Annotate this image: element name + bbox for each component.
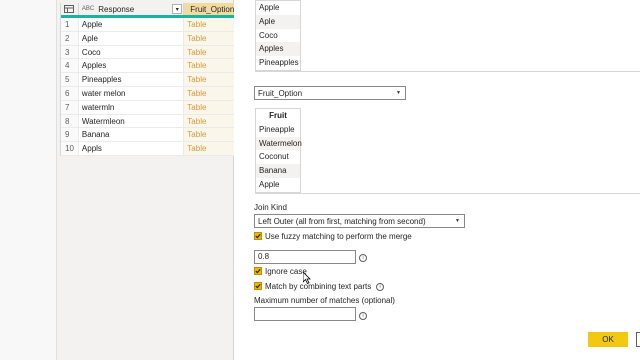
- table-link-cell[interactable]: Table: [184, 73, 234, 86]
- row-number: 7: [61, 100, 79, 114]
- use-fuzzy-checkbox[interactable]: [254, 232, 262, 240]
- table-link-cell[interactable]: Table: [184, 59, 234, 73]
- table-row[interactable]: 1 Apple Table: [61, 18, 234, 32]
- row-number: 4: [61, 59, 79, 73]
- preview-row: Apples: [256, 42, 300, 57]
- row-number: 2: [61, 31, 79, 45]
- ok-button[interactable]: OK: [588, 332, 628, 347]
- info-icon[interactable]: i: [376, 283, 384, 291]
- table-link-cell[interactable]: Table: [184, 128, 234, 142]
- table-row[interactable]: 4 Apples Table: [61, 59, 234, 74]
- table-row[interactable]: 5 Pineapples Table: [61, 73, 234, 87]
- mouse-cursor-icon: [303, 272, 311, 284]
- table-link-cell[interactable]: Table: [184, 100, 234, 114]
- preview-row: Pineapples: [259, 58, 299, 68]
- table-row[interactable]: 8 Watermleon Table: [61, 114, 234, 129]
- second-table-preview: Fruit Pineapple Watermelon Coconut Banana Ap…: [255, 108, 302, 193]
- table-row[interactable]: 10 Appls Table: [61, 142, 234, 156]
- use-fuzzy-label[interactable]: Use fuzzy matching to perform the merge: [265, 232, 412, 241]
- column-header-fruit-option[interactable]: Fruit_Option: [184, 3, 234, 15]
- row-number: 8: [61, 114, 79, 128]
- response-cell[interactable]: Coco: [79, 45, 185, 59]
- chevron-down-icon: ▼: [396, 90, 401, 96]
- preview-row: Pineapple: [259, 124, 295, 134]
- grid-header: ABC Response ▾ Fruit_Option: [61, 3, 234, 18]
- row-number: 9: [61, 128, 79, 142]
- table-row[interactable]: 6 water melon Table: [61, 86, 234, 101]
- divider: [255, 193, 640, 194]
- table-row[interactable]: 7 watermln Table: [61, 100, 234, 115]
- response-cell[interactable]: Pineapples: [79, 73, 185, 86]
- response-cell[interactable]: watermln: [79, 100, 185, 114]
- response-cell[interactable]: Apples: [79, 59, 185, 73]
- table-link-cell[interactable]: Table: [184, 86, 234, 100]
- preview-row: Aple: [256, 14, 300, 29]
- table-link-cell[interactable]: Table: [184, 18, 234, 31]
- grid-body: 1 Apple Table 2 Aple Table 3 Coco Table 4 Apples Ta…: [61, 18, 234, 156]
- row-number: 6: [61, 86, 79, 100]
- ignore-case-label[interactable]: Ignore case: [265, 267, 307, 276]
- cancel-button[interactable]: [636, 332, 640, 347]
- filter-dropdown-icon[interactable]: ▾: [172, 4, 183, 14]
- preview-row: Coco: [259, 30, 278, 40]
- response-cell[interactable]: Appls: [79, 142, 185, 155]
- preview-row: Banana: [256, 164, 300, 178]
- checkmark-icon: [255, 268, 261, 274]
- max-matches-label: Maximum number of matches (optional): [254, 296, 395, 305]
- column-header-response[interactable]: ABC Response ▾: [78, 3, 185, 15]
- second-table-select[interactable]: Fruit_Option ▼: [254, 86, 406, 100]
- row-number: 1: [61, 18, 79, 31]
- response-cell[interactable]: Banana: [79, 128, 185, 142]
- response-cell[interactable]: Apple: [79, 18, 185, 31]
- first-table-preview: Apple Aple Coco Apples Pineapples: [255, 0, 301, 71]
- max-matches-input[interactable]: [254, 307, 356, 321]
- preview-row: Apple: [259, 3, 280, 12]
- table-menu-icon[interactable]: [61, 3, 79, 15]
- preview-row: Watermelon: [256, 136, 302, 151]
- response-cell[interactable]: Aple: [79, 31, 185, 45]
- divider: [255, 71, 640, 72]
- info-icon[interactable]: i: [359, 254, 367, 262]
- combine-text-parts-checkbox[interactable]: [254, 282, 262, 290]
- info-icon[interactable]: i: [359, 312, 367, 320]
- row-number: 10: [61, 142, 79, 155]
- checkmark-icon: [255, 283, 261, 289]
- row-number: 3: [61, 45, 79, 59]
- table-link-cell[interactable]: Table: [184, 45, 234, 59]
- text-type-icon[interactable]: ABC: [82, 6, 94, 12]
- checkmark-icon: [255, 233, 261, 239]
- preview-row: Apple: [259, 179, 280, 189]
- join-kind-value: Left Outer (all from first, matching fro…: [258, 216, 426, 226]
- second-table-value: Fruit_Option: [258, 88, 303, 98]
- table-link-cell[interactable]: Table: [184, 31, 234, 45]
- column-header-label: Response: [98, 4, 135, 14]
- response-cell[interactable]: Watermleon: [79, 114, 185, 128]
- table-link-cell[interactable]: Table: [184, 142, 234, 155]
- response-cell[interactable]: water melon: [79, 86, 185, 100]
- combine-text-parts-label[interactable]: Match by combining text parts: [265, 282, 371, 291]
- join-kind-label: Join Kind: [254, 203, 287, 212]
- table-row[interactable]: 2 Aple Table: [61, 31, 234, 46]
- ignore-case-checkbox[interactable]: [254, 267, 262, 275]
- chevron-down-icon: ▼: [455, 218, 460, 224]
- join-kind-select[interactable]: Left Outer (all from first, matching fro…: [254, 214, 465, 228]
- data-grid: ABC Response ▾ Fruit_Option 1 Apple Table 2…: [60, 3, 234, 156]
- preview-column-header[interactable]: Fruit: [256, 109, 300, 123]
- table-link-cell[interactable]: Table: [184, 114, 234, 128]
- table-row[interactable]: 3 Coco Table: [61, 45, 234, 60]
- row-number: 5: [61, 73, 79, 86]
- column-header-label: Fruit_Option: [190, 4, 234, 14]
- table-row[interactable]: 9 Banana Table: [61, 128, 234, 143]
- query-preview-panel: ABC Response ▾ Fruit_Option 1 Apple Table 2…: [0, 0, 234, 360]
- similarity-threshold-input[interactable]: 0.8: [254, 250, 356, 264]
- queries-pane-collapsed: [0, 0, 57, 360]
- preview-row: Coconut: [259, 152, 289, 162]
